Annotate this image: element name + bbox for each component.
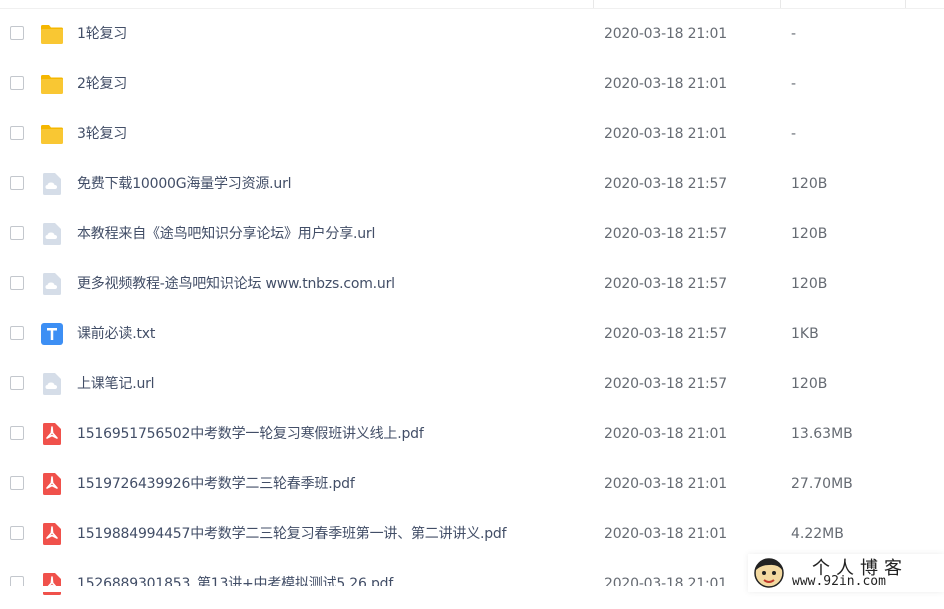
row-checkbox[interactable] bbox=[10, 276, 24, 290]
file-name[interactable]: 1519726439926中考数学二三轮春季班.pdf bbox=[77, 459, 355, 509]
file-name[interactable]: 1526889301853_第13讲+中考模拟测试5.26.pdf bbox=[77, 559, 393, 609]
column-divider[interactable] bbox=[593, 0, 594, 8]
file-size: 120B bbox=[791, 376, 828, 392]
file-name[interactable]: 免费下载10000G海量学习资源.url bbox=[77, 159, 292, 209]
file-row[interactable]: 1519884994457中考数学二三轮复习春季班第一讲、第二讲讲义.pdf 20… bbox=[0, 509, 944, 559]
row-checkbox[interactable] bbox=[10, 176, 24, 190]
row-checkbox[interactable] bbox=[10, 376, 24, 390]
file-row[interactable]: 课前必读.txt 2020-03-18 21:57 1KB bbox=[0, 309, 944, 359]
text-file-icon bbox=[40, 322, 64, 346]
link-file-icon bbox=[40, 272, 64, 296]
row-checkbox[interactable] bbox=[10, 426, 24, 440]
folder-icon bbox=[40, 122, 64, 146]
file-name[interactable]: 本教程来自《途鸟吧知识分享论坛》用户分享.url bbox=[77, 209, 375, 259]
file-size: - bbox=[791, 26, 797, 42]
column-header bbox=[0, 0, 944, 9]
pdf-file-icon bbox=[40, 572, 64, 596]
pdf-file-icon bbox=[40, 422, 64, 446]
column-divider[interactable] bbox=[905, 0, 906, 8]
file-list: 1轮复习 2020-03-18 21:01 - 2轮复习 2020-03-18 21:0… bbox=[0, 9, 944, 609]
file-modified-date: 2020-03-18 21:01 bbox=[604, 26, 727, 42]
file-size: 120B bbox=[791, 176, 828, 192]
row-checkbox[interactable] bbox=[10, 326, 24, 340]
file-row[interactable]: 1519726439926中考数学二三轮春季班.pdf 2020-03-18 21… bbox=[0, 459, 944, 509]
pdf-file-icon bbox=[40, 522, 64, 546]
link-file-icon bbox=[40, 172, 64, 196]
link-file-icon bbox=[40, 372, 64, 396]
file-row[interactable]: 1516951756502中考数学一轮复习寒假班讲义线上.pdf 2020-03-… bbox=[0, 409, 944, 459]
watermark: 个人博客 www.92in.com bbox=[748, 554, 944, 592]
file-modified-date: 2020-03-18 21:57 bbox=[604, 176, 727, 192]
file-modified-date: 2020-03-18 21:01 bbox=[604, 576, 727, 592]
file-row[interactable]: 2轮复习 2020-03-18 21:01 - bbox=[0, 59, 944, 109]
file-name[interactable]: 课前必读.txt bbox=[77, 309, 155, 359]
file-row[interactable]: 更多视频教程-途鸟吧知识论坛 www.tnbzs.com.url 2020-03-… bbox=[0, 259, 944, 309]
file-name[interactable]: 1轮复习 bbox=[77, 9, 127, 59]
file-name[interactable]: 更多视频教程-途鸟吧知识论坛 www.tnbzs.com.url bbox=[77, 259, 395, 309]
file-name[interactable]: 上课笔记.url bbox=[77, 359, 155, 409]
file-size: - bbox=[791, 126, 797, 142]
file-modified-date: 2020-03-18 21:01 bbox=[604, 76, 727, 92]
file-modified-date: 2020-03-18 21:01 bbox=[604, 526, 727, 542]
link-file-icon bbox=[40, 222, 64, 246]
row-checkbox[interactable] bbox=[10, 126, 24, 140]
file-row[interactable]: 本教程来自《途鸟吧知识分享论坛》用户分享.url 2020-03-18 21:57… bbox=[0, 209, 944, 259]
row-checkbox[interactable] bbox=[10, 526, 24, 540]
file-row[interactable]: 免费下载10000G海量学习资源.url 2020-03-18 21:57 120B bbox=[0, 159, 944, 209]
file-modified-date: 2020-03-18 21:57 bbox=[604, 376, 727, 392]
file-size: 1KB bbox=[791, 326, 819, 342]
file-modified-date: 2020-03-18 21:57 bbox=[604, 226, 727, 242]
file-name[interactable]: 1519884994457中考数学二三轮复习春季班第一讲、第二讲讲义.pdf bbox=[77, 509, 507, 559]
avatar-logo-icon bbox=[754, 558, 784, 588]
row-checkbox[interactable] bbox=[10, 76, 24, 90]
file-name[interactable]: 2轮复习 bbox=[77, 59, 127, 109]
file-size: 13.63MB bbox=[791, 426, 853, 442]
file-size: - bbox=[791, 76, 797, 92]
file-modified-date: 2020-03-18 21:57 bbox=[604, 276, 727, 292]
file-row[interactable]: 3轮复习 2020-03-18 21:01 - bbox=[0, 109, 944, 159]
file-modified-date: 2020-03-18 21:57 bbox=[604, 326, 727, 342]
file-modified-date: 2020-03-18 21:01 bbox=[604, 426, 727, 442]
file-modified-date: 2020-03-18 21:01 bbox=[604, 126, 727, 142]
file-size: 4.22MB bbox=[791, 526, 844, 542]
pdf-file-icon bbox=[40, 472, 64, 496]
folder-icon bbox=[40, 72, 64, 96]
file-name[interactable]: 3轮复习 bbox=[77, 109, 127, 159]
file-row[interactable]: 上课笔记.url 2020-03-18 21:57 120B bbox=[0, 359, 944, 409]
row-checkbox[interactable] bbox=[10, 476, 24, 490]
folder-icon bbox=[40, 22, 64, 46]
row-checkbox[interactable] bbox=[10, 26, 24, 40]
file-size: 120B bbox=[791, 276, 828, 292]
watermark-url: www.92in.com bbox=[792, 574, 886, 589]
file-size: 27.70MB bbox=[791, 476, 853, 492]
file-name[interactable]: 1516951756502中考数学一轮复习寒假班讲义线上.pdf bbox=[77, 409, 424, 459]
column-divider[interactable] bbox=[780, 0, 781, 8]
file-size: 120B bbox=[791, 226, 828, 242]
file-modified-date: 2020-03-18 21:01 bbox=[604, 476, 727, 492]
file-row[interactable]: 1轮复习 2020-03-18 21:01 - bbox=[0, 9, 944, 59]
row-checkbox[interactable] bbox=[10, 226, 24, 240]
